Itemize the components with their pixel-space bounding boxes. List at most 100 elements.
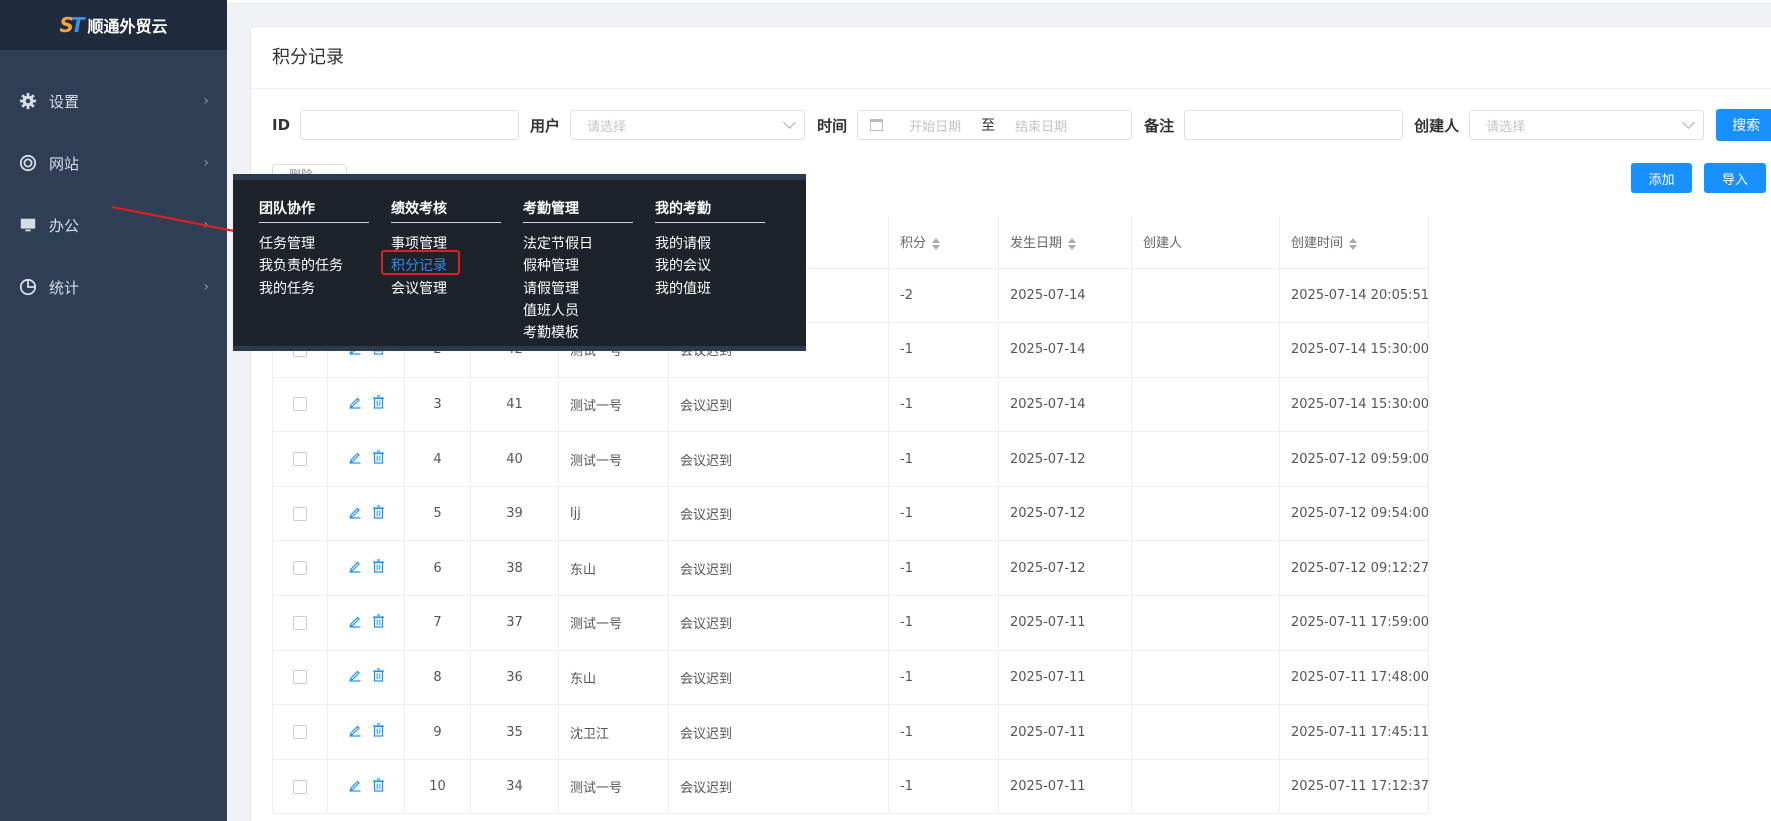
row-creator — [1131, 486, 1280, 542]
edit-icon[interactable] — [348, 723, 362, 741]
row-checkbox[interactable] — [293, 561, 307, 576]
row-date: 2025-07-14 — [998, 377, 1132, 433]
row-creator — [1131, 377, 1280, 433]
row-checkbox[interactable] — [293, 670, 307, 685]
trash-icon[interactable] — [372, 778, 385, 796]
row-actions-cell — [327, 595, 405, 651]
edit-icon[interactable] — [348, 668, 362, 686]
menu-item-task-management[interactable]: 任务管理 — [259, 233, 369, 255]
lifebuoy-icon — [18, 153, 38, 173]
user-placeholder: 请选择 — [587, 119, 627, 135]
menu-item-my-responsible-tasks[interactable]: 我负责的任务 — [259, 255, 369, 277]
menu-item-my-leave[interactable]: 我的请假 — [655, 233, 765, 255]
row-date: 2025-07-14 — [998, 268, 1132, 324]
trash-icon[interactable] — [372, 723, 385, 741]
menu-item-holidays[interactable]: 法定节假日 — [523, 233, 633, 255]
header-label: 发生日期 — [1010, 236, 1063, 252]
row-checkbox[interactable] — [293, 615, 307, 630]
row-note: 会议迟到 — [668, 650, 889, 706]
edit-icon[interactable] — [348, 450, 362, 468]
note-input[interactable] — [1184, 110, 1404, 140]
col-created-time[interactable]: 创建时间 — [1279, 216, 1429, 269]
search-button[interactable]: 搜索 — [1716, 109, 1771, 141]
trash-icon[interactable] — [372, 395, 385, 413]
import-button[interactable]: 导入 — [1704, 163, 1766, 193]
row-date: 2025-07-11 — [998, 759, 1132, 815]
menu-item-leave-management[interactable]: 请假管理 — [523, 278, 633, 300]
trash-icon[interactable] — [372, 450, 385, 468]
chevron-right-icon: › — [203, 155, 209, 171]
trash-icon[interactable] — [372, 614, 385, 632]
app-title: 顺通外贸云 — [87, 17, 168, 36]
edit-icon[interactable] — [348, 395, 362, 413]
row-note: 会议迟到 — [668, 759, 889, 815]
gear-icon — [18, 91, 38, 111]
menu-item-my-tasks[interactable]: 我的任务 — [259, 278, 369, 300]
menu-column-title: 考勤管理 — [523, 198, 633, 223]
page-title: 积分记录 — [251, 27, 1771, 89]
row-checkbox[interactable] — [293, 397, 307, 412]
filter-row: ID 用户 请选择 时间 开始日期 至 结束日期 备注 创建人 请选择 搜索 — [272, 109, 1771, 141]
menu-item-my-meetings[interactable]: 我的会议 — [655, 255, 765, 277]
sidebar-item-stats[interactable]: 统计 › — [0, 256, 227, 318]
row-actions-cell — [327, 486, 405, 542]
row-points: -1 — [888, 486, 999, 542]
trash-icon[interactable] — [372, 505, 385, 523]
row-user: 东山 — [558, 650, 669, 706]
row-creator — [1131, 268, 1280, 324]
table-row: 9 35 沈卫江 会议迟到 -1 2025-07-11 2025-07-11 17:45:1… — [272, 704, 1429, 760]
sort-icon[interactable] — [932, 237, 941, 250]
row-actions-cell — [327, 377, 405, 433]
col-date[interactable]: 发生日期 — [998, 216, 1132, 269]
col-points[interactable]: 积分 — [888, 216, 999, 269]
menu-item-duty-staff[interactable]: 值班人员 — [523, 300, 633, 322]
menu-item-attendance-template[interactable]: 考勤模板 — [523, 322, 633, 344]
add-button[interactable]: 添加 — [1631, 163, 1692, 193]
annotation-highlight-box — [381, 250, 460, 275]
edit-icon[interactable] — [348, 505, 362, 523]
row-created-time: 2025-07-14 15:30:00 — [1279, 377, 1429, 433]
col-creator: 创建人 — [1131, 216, 1280, 269]
row-actions-cell — [327, 650, 405, 706]
menu-column-title: 绩效考核 — [391, 198, 501, 223]
row-date: 2025-07-11 — [998, 650, 1132, 706]
row-checkbox[interactable] — [293, 506, 307, 521]
row-created-time: 2025-07-14 15:30:00 — [1279, 322, 1429, 378]
menu-item-my-duty[interactable]: 我的值班 — [655, 278, 765, 300]
row-id: 40 — [470, 431, 559, 487]
row-select-cell — [272, 650, 328, 706]
row-no: 3 — [404, 377, 471, 433]
row-checkbox[interactable] — [293, 725, 307, 740]
edit-icon[interactable] — [348, 778, 362, 796]
trash-icon[interactable] — [372, 668, 385, 686]
sidebar-item-label: 办公 — [49, 216, 80, 235]
id-input[interactable] — [300, 110, 520, 140]
sidebar-item-website[interactable]: 网站 › — [0, 132, 227, 194]
sidebar-item-label: 网站 — [49, 154, 80, 173]
trash-icon[interactable] — [372, 559, 385, 577]
user-select[interactable]: 请选择 — [570, 110, 806, 140]
creator-select[interactable]: 请选择 — [1469, 110, 1705, 140]
row-no: 8 — [404, 650, 471, 706]
sort-icon[interactable] — [1068, 237, 1077, 250]
creator-placeholder: 请选择 — [1486, 119, 1526, 135]
date-range-picker[interactable]: 开始日期 至 结束日期 — [857, 110, 1133, 140]
row-points: -1 — [888, 431, 999, 487]
header-label: 创建时间 — [1291, 236, 1344, 252]
chevron-right-icon: › — [203, 93, 209, 109]
edit-icon[interactable] — [348, 614, 362, 632]
row-date: 2025-07-11 — [998, 595, 1132, 651]
row-checkbox[interactable] — [293, 779, 307, 794]
sidebar-item-settings[interactable]: 设置 › — [0, 70, 227, 132]
table-row: 4 40 测试一号 会议迟到 -1 2025-07-12 2025-07-12 09:59:… — [272, 431, 1429, 487]
row-points: -2 — [888, 268, 999, 324]
logo-icon: ST — [59, 13, 84, 37]
sort-icon[interactable] — [1349, 237, 1358, 250]
table-row: 3 41 测试一号 会议迟到 -1 2025-07-14 2025-07-14 15:30:… — [272, 377, 1429, 433]
menu-item-meeting-management[interactable]: 会议管理 — [391, 278, 501, 300]
sidebar-item-office[interactable]: 办公 › — [0, 194, 227, 256]
edit-icon[interactable] — [348, 559, 362, 577]
row-creator — [1131, 759, 1280, 815]
row-checkbox[interactable] — [293, 452, 307, 467]
menu-item-leave-types[interactable]: 假种管理 — [523, 255, 633, 277]
